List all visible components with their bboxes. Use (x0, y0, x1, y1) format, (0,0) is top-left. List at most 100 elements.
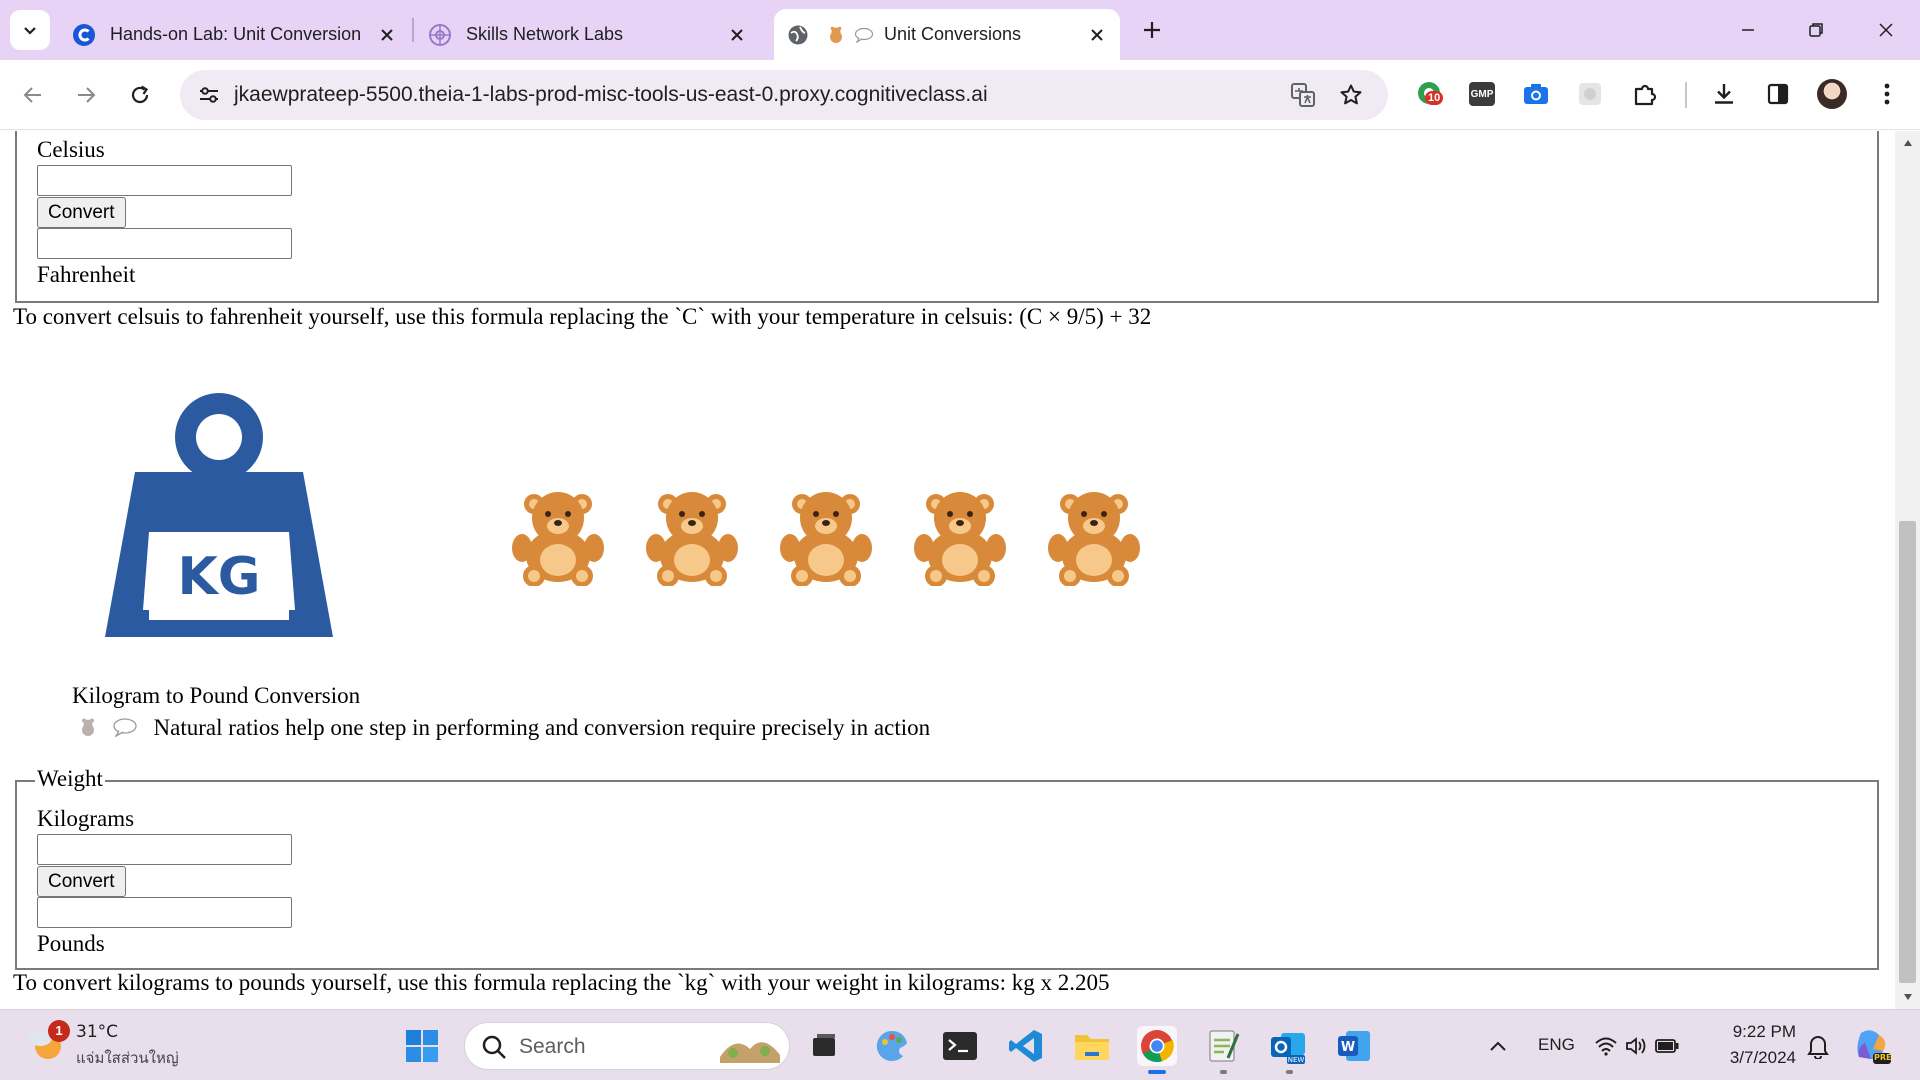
pounds-label: Pounds (37, 931, 105, 956)
back-button[interactable] (13, 75, 53, 115)
input-language[interactable]: ENG (1538, 1035, 1575, 1055)
browser-tab-strip: Hands-on Lab: Unit Conversion Skills Net… (0, 0, 1920, 60)
vscode-app-icon[interactable] (1006, 1026, 1046, 1066)
taskbar-search[interactable]: Search (464, 1022, 790, 1070)
clock-time: 9:22 PM (1732, 1022, 1796, 1041)
page-scrollbar[interactable] (1895, 131, 1920, 1009)
restore-button[interactable] (1792, 10, 1840, 50)
tab-title: Hands-on Lab: Unit Conversion (110, 24, 362, 44)
temperature-fieldset: Celsius Convert Fahrenheit (15, 131, 1879, 303)
address-bar[interactable]: jkaewprateep-5500.theia-1-labs-prod-misc… (180, 70, 1388, 120)
weather-widget[interactable]: 1 31°C แจ่มใสส่วนใหญ่ (20, 1010, 190, 1080)
kg-weight-logo: KG (105, 393, 333, 637)
skills-network-icon (428, 23, 452, 47)
bookmark-star-icon[interactable] (1336, 80, 1366, 110)
teddy-bear-icon (910, 486, 1010, 587)
side-panel-icon[interactable] (1761, 77, 1795, 111)
forward-button[interactable] (66, 75, 106, 115)
tab-skills-network-labs[interactable]: Skills Network Labs (416, 9, 760, 60)
show-hidden-icons-chevron-up-icon[interactable] (1478, 1026, 1518, 1066)
section-subtitle: Natural ratios help one step in performi… (153, 715, 931, 740)
notepad-app-icon[interactable] (1203, 1026, 1243, 1066)
coursera-c-icon (72, 23, 96, 47)
close-icon (1879, 23, 1893, 37)
extensions-puzzle-icon[interactable] (1628, 77, 1662, 111)
tab-title: Unit Conversions (884, 24, 1022, 44)
clock[interactable]: 9:22 PM 3/7/2024 (1716, 1018, 1796, 1074)
terminal-app-icon[interactable] (940, 1026, 980, 1066)
scrollbar-thumb[interactable] (1899, 521, 1916, 983)
grey-extension-icon[interactable] (1573, 77, 1607, 111)
copilot-icon[interactable]: PRE (1852, 1026, 1892, 1066)
kilograms-input[interactable] (37, 834, 292, 865)
tab-search-button[interactable] (10, 10, 50, 50)
notification-bell-icon[interactable] (1800, 1026, 1836, 1066)
tab-separator (412, 18, 414, 42)
search-icon (482, 1035, 506, 1059)
extension-green-icon[interactable]: 10 (1413, 77, 1447, 111)
celsius-input[interactable] (37, 165, 292, 196)
scroll-down-arrow[interactable] (1895, 985, 1920, 1009)
close-tab-icon[interactable] (726, 24, 748, 46)
scroll-up-arrow[interactable] (1895, 131, 1920, 155)
new-tab-button[interactable] (1136, 12, 1168, 48)
task-view-icon[interactable] (804, 1026, 844, 1066)
speech-bubble-icon (112, 717, 138, 743)
profile-avatar[interactable] (1815, 77, 1849, 111)
fahrenheit-label: Fahrenheit (37, 262, 136, 287)
fahrenheit-output[interactable] (37, 228, 292, 259)
chrome-app-icon[interactable] (1137, 1026, 1177, 1066)
pounds-output[interactable] (37, 897, 292, 928)
section-title: Kilogram to Pound Conversion (72, 683, 361, 708)
site-info-icon[interactable] (194, 80, 224, 110)
teddy-bear-icon (1044, 486, 1144, 587)
close-window-button[interactable] (1862, 10, 1910, 50)
toolbar-divider (1685, 82, 1687, 108)
celsius-label: Celsius (37, 137, 105, 162)
svg-text:W: W (1341, 1040, 1355, 1055)
notepad-running-indicator (1220, 1070, 1227, 1074)
address-url[interactable]: jkaewprateep-5500.theia-1-labs-prod-misc… (234, 83, 988, 107)
minimize-button[interactable] (1724, 10, 1772, 50)
temperature-convert-button[interactable]: Convert (37, 197, 126, 228)
reload-icon (131, 85, 149, 104)
gmp-label: GMP (1469, 82, 1495, 106)
tab-unit-conversions[interactable]: Unit Conversions (774, 9, 1120, 60)
outlook-new-app-icon[interactable]: NEW (1268, 1026, 1308, 1066)
wifi-icon[interactable] (1592, 1026, 1620, 1066)
restore-icon (1809, 23, 1823, 37)
chevron-down-icon (24, 27, 36, 35)
search-placeholder: Search (519, 1035, 586, 1058)
minimize-icon (1742, 29, 1754, 31)
reload-button[interactable] (120, 75, 160, 115)
close-tab-icon[interactable] (1086, 24, 1108, 46)
file-explorer-icon[interactable] (1072, 1026, 1112, 1066)
gmp-extension-icon[interactable]: GMP (1465, 77, 1499, 111)
weight-fieldset: Weight Kilograms Convert Pounds (15, 766, 1879, 970)
volume-icon[interactable] (1622, 1026, 1650, 1066)
weather-alert-badge: 1 (48, 1020, 70, 1042)
close-tab-icon[interactable] (376, 24, 398, 46)
globe-icon (786, 23, 810, 47)
word-app-icon[interactable]: W (1334, 1026, 1374, 1066)
camera-extension-icon[interactable] (1519, 77, 1553, 111)
teddy-bear-small-icon (76, 717, 100, 743)
avatar-image (1817, 79, 1847, 109)
kilograms-label: Kilograms (37, 806, 135, 831)
search-highlight-icon (720, 1042, 780, 1063)
tab-title: Skills Network Labs (466, 24, 624, 44)
windows-taskbar: 1 31°C แจ่มใสส่วนใหญ่ Search NEW W ENG 9… (0, 1009, 1920, 1080)
download-icon[interactable] (1707, 77, 1741, 111)
translate-icon[interactable] (1288, 80, 1318, 110)
paint-app-icon[interactable] (872, 1026, 912, 1066)
plus-icon (1144, 22, 1160, 38)
arrow-left-icon (23, 87, 41, 103)
battery-icon[interactable] (1652, 1026, 1682, 1066)
chrome-active-indicator (1148, 1070, 1166, 1074)
teddy-bear-icon (642, 486, 742, 587)
tab-hands-on-lab[interactable]: Hands-on Lab: Unit Conversion (60, 9, 410, 60)
start-button[interactable] (402, 1026, 442, 1066)
weight-convert-button[interactable]: Convert (37, 866, 126, 897)
browser-toolbar: jkaewprateep-5500.theia-1-labs-prod-misc… (0, 60, 1920, 130)
menu-kebab-icon[interactable] (1870, 77, 1904, 111)
